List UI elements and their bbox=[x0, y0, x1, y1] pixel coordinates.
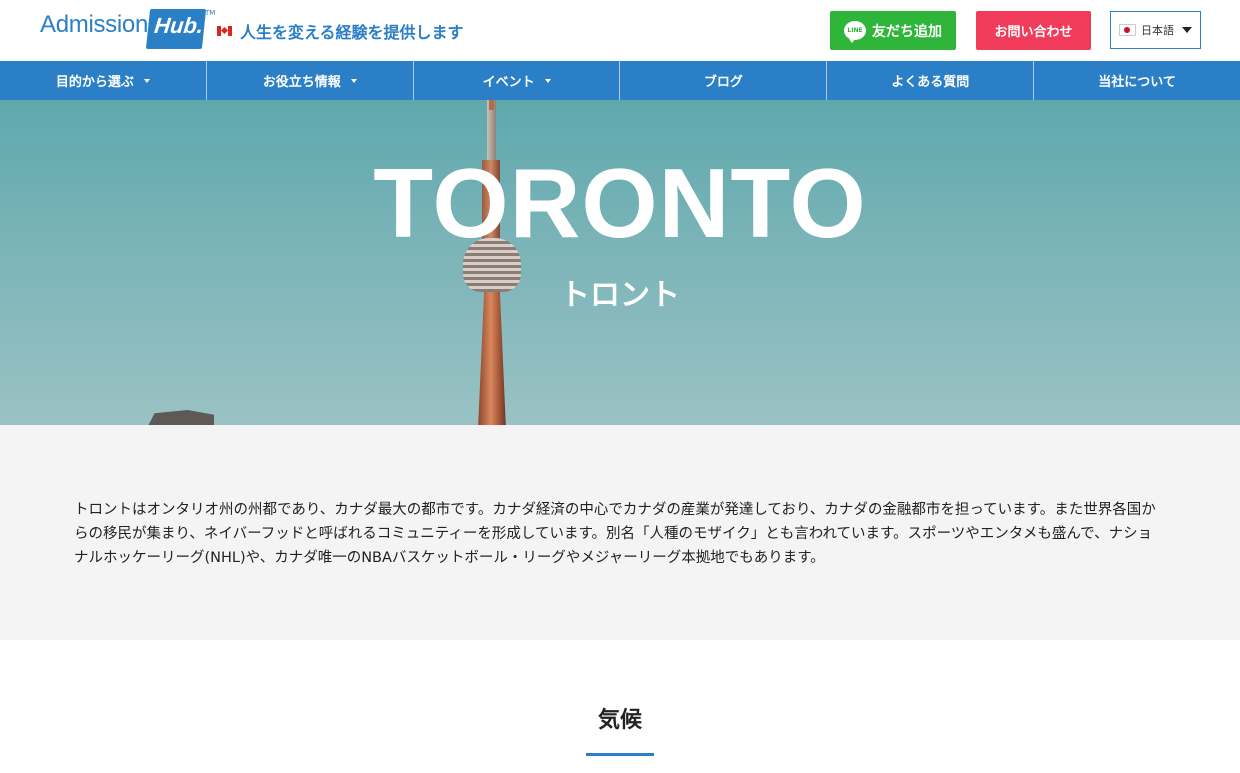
nav-item-label: お役立ち情報 bbox=[262, 75, 341, 90]
logo-badge: Hub. bbox=[145, 9, 207, 49]
language-label: 日本語 bbox=[1141, 24, 1174, 37]
hero-subtitle: トロント bbox=[560, 278, 680, 313]
intro-paragraph: トロントはオンタリオ州の州都であり、カナダ最大の都市です。カナダ経済の中心でカナ… bbox=[74, 502, 1156, 566]
line-add-friend-button[interactable]: LINE 友だち追加 bbox=[830, 11, 956, 50]
contact-button-label: お問い合わせ bbox=[994, 25, 1073, 40]
nav-item-label: よくある質問 bbox=[891, 75, 970, 90]
canada-flag-icon bbox=[217, 26, 232, 36]
logo-text: Admission bbox=[40, 11, 149, 38]
admission-hub-logo[interactable]: Admission Hub. TM bbox=[40, 9, 215, 51]
nav-item-label: 当社について bbox=[1098, 75, 1176, 90]
climate-section-title: 気候 bbox=[597, 708, 642, 733]
language-select[interactable]: 日本語 bbox=[1110, 11, 1201, 49]
line-icon: LINE bbox=[844, 21, 866, 43]
chevron-down-icon bbox=[544, 78, 551, 83]
intro-section: トロントはオンタリオ州の州都であり、カナダ最大の都市です。カナダ経済の中心でカナ… bbox=[0, 425, 1240, 640]
line-button-label: 友だち追加 bbox=[872, 23, 942, 40]
hero-title: TORONTO bbox=[373, 148, 867, 258]
chevron-down-icon bbox=[350, 78, 357, 83]
nav-item-faq[interactable]: よくある質問 bbox=[827, 61, 1035, 100]
site-header: Admission Hub. TM 人生を変える経験を提供します LINE 友だ… bbox=[0, 0, 1240, 61]
tagline-text: 人生を変える経験を提供します bbox=[240, 23, 464, 42]
nav-item-label: ブログ bbox=[703, 75, 743, 90]
chevron-down-icon bbox=[143, 78, 150, 83]
nav-item-events[interactable]: イベント bbox=[414, 61, 621, 100]
cn-tower-antenna bbox=[489, 100, 494, 110]
nav-item-label: 目的から選ぶ bbox=[55, 75, 134, 90]
contact-button[interactable]: お問い合わせ bbox=[976, 11, 1091, 50]
main-nav: 目的から選ぶ お役立ち情報 イベント ブログ よくある質問 当社について bbox=[0, 61, 1240, 100]
chevron-down-icon bbox=[1182, 27, 1192, 33]
japan-flag-icon bbox=[1119, 24, 1136, 36]
nav-item-info[interactable]: お役立ち情報 bbox=[207, 61, 414, 100]
logo-trademark: TM bbox=[205, 9, 216, 17]
nav-item-about[interactable]: 当社について bbox=[1034, 61, 1240, 100]
building-silhouette bbox=[148, 410, 214, 425]
nav-item-purpose[interactable]: 目的から選ぶ bbox=[0, 61, 207, 100]
section-title-underline bbox=[586, 753, 654, 756]
hero-banner: TORONTO トロント bbox=[0, 100, 1240, 425]
nav-item-blog[interactable]: ブログ bbox=[620, 61, 828, 100]
nav-item-label: イベント bbox=[482, 75, 535, 90]
tagline: 人生を変える経験を提供します bbox=[217, 19, 464, 43]
